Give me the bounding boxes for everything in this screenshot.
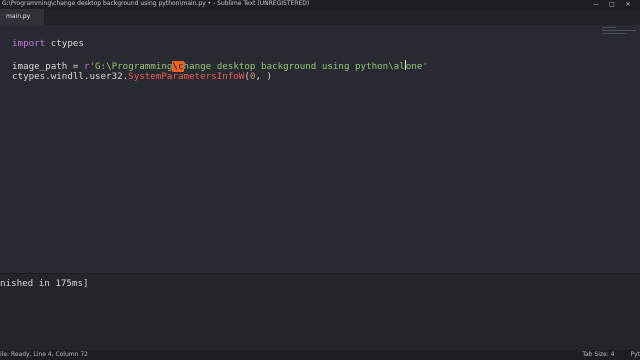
close-button[interactable]: ✕ (622, 0, 634, 9)
tab-size-selector[interactable]: Tab Size: 4 (582, 350, 614, 360)
tab-bar: main.py (0, 9, 640, 25)
status-right: Tab Size: 4 Pyt (582, 350, 640, 360)
object-path: ctypes.windll.user32. (12, 71, 129, 82)
code-editor[interactable]: import ctypes image_path = r'G:\Programm… (0, 25, 640, 273)
string-part-c: one' (405, 61, 428, 72)
tab-label: main.py (6, 13, 31, 20)
keyword-import: import (12, 38, 46, 49)
code-line-4: ctypes.windll.user32.SystemParametersInf… (12, 71, 272, 82)
code-line-3: image_path = r'G:\Programming\change des… (12, 60, 428, 72)
build-output-panel[interactable]: nished in 175ms] (0, 274, 640, 350)
minimize-button[interactable]: — (590, 0, 602, 9)
build-output-text: nished in 175ms] (0, 278, 89, 289)
status-bar: ile: Ready, Line 4, Column 72 Tab Size: … (0, 350, 640, 360)
status-text: ile: Ready, Line 4, Column 72 (0, 351, 88, 358)
window-title: G:\Programming\change desktop background… (2, 0, 310, 7)
title-bar: G:\Programming\change desktop background… (0, 0, 640, 9)
args-rest: , ) (255, 71, 273, 82)
function-name: SystemParametersInfoW (128, 71, 245, 82)
minimap[interactable] (602, 27, 636, 37)
maximize-button[interactable]: □ (606, 0, 618, 9)
tab-main-py[interactable]: main.py (0, 9, 45, 25)
code-line-1: import ctypes (12, 38, 84, 49)
module-name: ctypes (45, 38, 84, 49)
syntax-selector[interactable]: Pyt (630, 350, 640, 360)
window-controls: — □ ✕ (590, 0, 634, 9)
